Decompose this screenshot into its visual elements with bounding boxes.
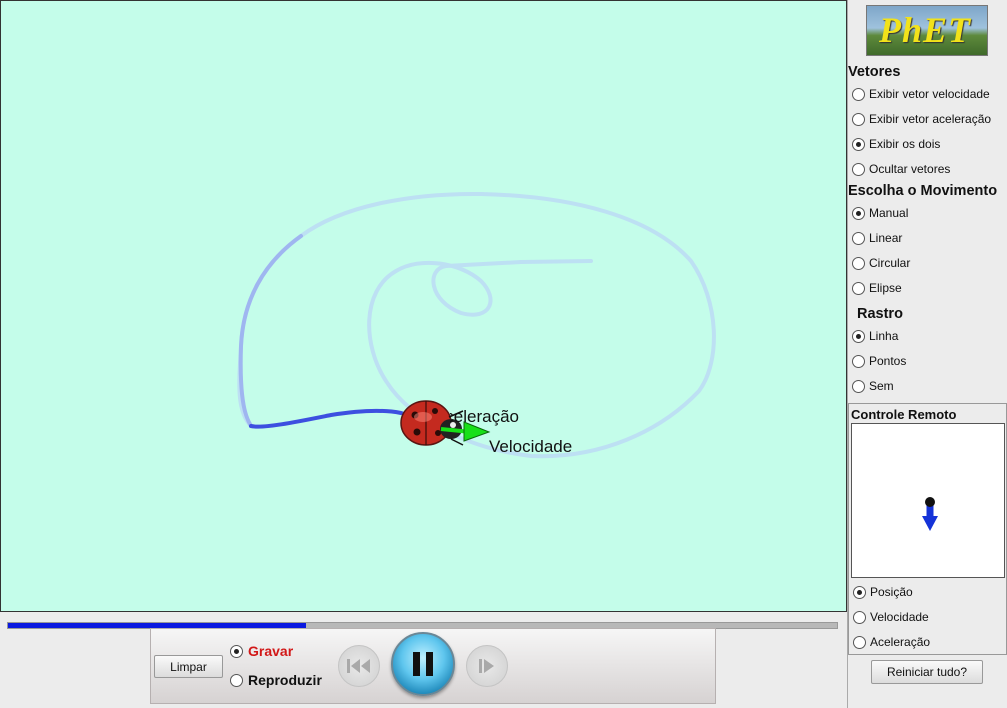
radio[interactable]: [852, 354, 865, 368]
motion-option-ellipse[interactable]: Elipse: [852, 281, 902, 295]
record-option[interactable]: Gravar: [230, 643, 293, 659]
phet-logo[interactable]: PhET: [866, 5, 988, 56]
playback-option[interactable]: Reproduzir: [230, 672, 322, 688]
vector-option-hide[interactable]: Ocultar vetores: [852, 162, 950, 176]
vector-option-velocity[interactable]: Exibir vetor velocidade: [852, 87, 990, 101]
trace-option-none[interactable]: Sem: [852, 379, 894, 393]
clear-button[interactable]: Limpar: [154, 655, 223, 678]
remote-arrow-icon: [922, 497, 938, 531]
pause-button[interactable]: [391, 632, 455, 696]
phet-logo-text: PhET: [879, 10, 972, 50]
motion-option-circular[interactable]: Circular: [852, 256, 910, 270]
radio[interactable]: [852, 329, 865, 343]
radio[interactable]: [852, 231, 865, 245]
trace-option-dots[interactable]: Pontos: [852, 354, 906, 368]
radio[interactable]: [852, 162, 865, 176]
record-label: Gravar: [248, 643, 294, 659]
playback-label: Reproduzir: [248, 672, 322, 688]
acceleration-vector-label: Aceleração: [450, 407, 519, 426]
remote-control-panel: Controle Remoto Posição Velocidade Acele…: [848, 403, 1007, 655]
step-forward-button[interactable]: [466, 645, 508, 687]
remote-control-pad[interactable]: [851, 423, 1005, 578]
reset-all-button[interactable]: Reiniciar tudo?: [871, 660, 983, 684]
vector-option-both[interactable]: Exibir os dois: [852, 137, 940, 151]
playback-radio[interactable]: [230, 673, 243, 687]
remote-control-title: Controle Remoto: [851, 407, 957, 422]
rewind-button[interactable]: [338, 645, 380, 687]
motion-title: Escolha o Movimento: [848, 183, 998, 199]
bottom-controls: Limpar Gravar Reproduzir: [0, 612, 847, 708]
velocity-vector-label: Velocidade: [489, 437, 573, 456]
rewind-icon: [347, 659, 370, 673]
play-area[interactable]: Aceleração Velocidade: [0, 0, 847, 612]
side-panel: PhET Vetores Exibir vetor velocidade Exi…: [847, 0, 1007, 708]
radio[interactable]: [853, 610, 866, 624]
remote-option-acceleration[interactable]: Aceleração: [853, 635, 930, 649]
radio[interactable]: [852, 112, 865, 126]
vectors-title: Vetores: [848, 64, 901, 80]
radio[interactable]: [852, 137, 865, 151]
step-forward-icon: [479, 659, 494, 673]
radio[interactable]: [853, 585, 866, 599]
radio[interactable]: [852, 281, 865, 295]
record-radio[interactable]: [230, 644, 243, 658]
radio[interactable]: [852, 256, 865, 270]
motion-trail: [237, 191, 716, 459]
radio[interactable]: [852, 206, 865, 220]
pause-icon: [413, 652, 433, 676]
radio[interactable]: [853, 635, 866, 649]
trace-option-line[interactable]: Linha: [852, 329, 898, 343]
trace-title: Rastro: [857, 306, 903, 322]
motion-option-manual[interactable]: Manual: [852, 206, 908, 220]
motion-option-linear[interactable]: Linear: [852, 231, 902, 245]
remote-option-position[interactable]: Posição: [853, 585, 913, 599]
radio[interactable]: [852, 87, 865, 101]
radio[interactable]: [852, 379, 865, 393]
playback-panel: Limpar Gravar Reproduzir: [150, 628, 716, 704]
remote-option-velocity[interactable]: Velocidade: [853, 610, 929, 624]
vector-option-acceleration[interactable]: Exibir vetor aceleração: [852, 112, 991, 126]
